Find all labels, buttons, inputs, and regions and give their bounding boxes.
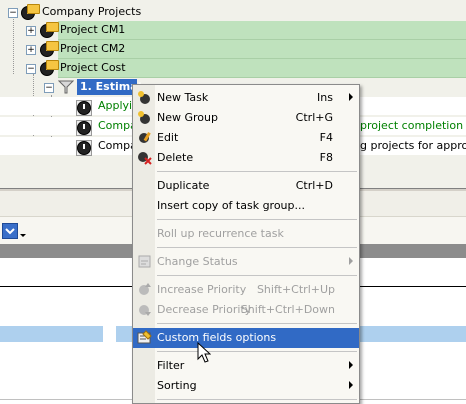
edit-icon (139, 132, 151, 143)
menu-item-sorting[interactable]: Sorting (133, 376, 359, 396)
clock-icon (77, 121, 91, 135)
menu-shortcut: Shift+Ctrl+Down (240, 303, 335, 316)
task-description: g projects for approva (360, 139, 466, 152)
folder-icon (27, 4, 40, 14)
increase-priority-icon (139, 283, 151, 295)
menu-shortcut: F4 (319, 131, 333, 144)
menu-shortcut: Ctrl+G (295, 111, 333, 124)
collapse-icon[interactable]: − (8, 8, 18, 18)
menu-label: Insert copy of task group... (157, 199, 306, 212)
menu-item-decrease-priority: Decrease Priority Shift+Ctrl+Down (133, 300, 359, 320)
tree-label: Project Cost (60, 61, 126, 74)
folder-icon (46, 22, 59, 32)
submenu-arrow-icon (349, 257, 353, 265)
clock-icon (77, 101, 91, 115)
custom-fields-icon (137, 330, 152, 344)
filter-group-icon (58, 80, 74, 94)
menu-label: Custom fields options (157, 331, 277, 344)
folder-icon (46, 60, 59, 70)
tree-label: Project CM2 (60, 42, 126, 55)
menu-label: Sorting (157, 379, 197, 392)
menu-label: Decrease Priority (157, 303, 252, 316)
task-description: project completion (360, 119, 464, 132)
menu-label: New Task (157, 91, 209, 104)
new-task-icon (138, 91, 150, 104)
menu-item-insert-copy[interactable]: Insert copy of task group... (133, 196, 359, 216)
small-arrow-icon[interactable] (20, 234, 26, 237)
context-menu: New Task Ins New Group Ctrl+G Edit F4 De… (132, 84, 360, 404)
menu-item-new-task[interactable]: New Task Ins (133, 88, 359, 108)
menu-separator (157, 219, 357, 220)
chevron-down-icon (5, 228, 15, 235)
menu-item-delete[interactable]: Delete F8 (133, 148, 359, 168)
collapse-icon[interactable]: − (44, 83, 54, 93)
menu-label: Roll up recurrence task (157, 227, 284, 240)
clock-icon (77, 141, 91, 155)
tree-row-project[interactable]: + Project CM2 (0, 40, 466, 58)
delete-icon (138, 152, 152, 165)
menu-label: Duplicate (157, 179, 210, 192)
tree-label: Project CM1 (60, 23, 126, 36)
menu-separator (157, 399, 357, 400)
submenu-arrow-icon (349, 381, 353, 389)
tree-row-root[interactable]: − Company Projects (0, 3, 466, 21)
dropdown-button[interactable] (2, 223, 18, 239)
menu-shortcut: Shift+Ctrl+Up (256, 283, 335, 296)
submenu-arrow-icon (349, 361, 353, 369)
menu-item-custom-fields[interactable]: Custom fields options (133, 328, 359, 348)
menu-separator (157, 275, 357, 276)
schedule-band (0, 326, 103, 342)
decrease-priority-icon (139, 305, 151, 316)
expand-icon[interactable]: + (26, 45, 36, 55)
menu-shortcut: Ins (317, 91, 333, 104)
menu-item-filter[interactable]: Filter (133, 356, 359, 376)
menu-label: Change Status (157, 255, 238, 268)
submenu-arrow-icon (349, 93, 353, 101)
menu-label: Delete (157, 151, 194, 164)
menu-separator (157, 247, 357, 248)
tree-row-project[interactable]: − Project Cost (0, 59, 466, 77)
menu-item-edit[interactable]: Edit F4 (133, 128, 359, 148)
folder-icon (46, 41, 59, 51)
menu-item-roll-up: Roll up recurrence task (133, 224, 359, 244)
collapse-icon[interactable]: − (26, 64, 36, 74)
tree-row-project[interactable]: + Project CM1 (0, 21, 466, 39)
menu-label: Increase Priority (157, 283, 247, 296)
menu-item-increase-priority: Increase Priority Shift+Ctrl+Up (133, 280, 359, 300)
menu-shortcut: Ctrl+D (295, 179, 333, 192)
menu-separator (157, 323, 357, 324)
menu-label: Filter (157, 359, 185, 372)
status-icon (138, 255, 151, 268)
menu-item-change-status: Change Status (133, 252, 359, 272)
menu-item-duplicate[interactable]: Duplicate Ctrl+D (133, 176, 359, 196)
menu-separator (157, 171, 357, 172)
menu-item-new-group[interactable]: New Group Ctrl+G (133, 108, 359, 128)
menu-label: New Group (157, 111, 218, 124)
menu-shortcut: F8 (319, 151, 333, 164)
mouse-cursor-icon (197, 342, 211, 363)
menu-separator (157, 351, 357, 352)
menu-label: Edit (157, 131, 179, 144)
tree-label: Company Projects (42, 5, 142, 18)
new-group-icon (138, 111, 150, 124)
expand-icon[interactable]: + (26, 26, 36, 36)
